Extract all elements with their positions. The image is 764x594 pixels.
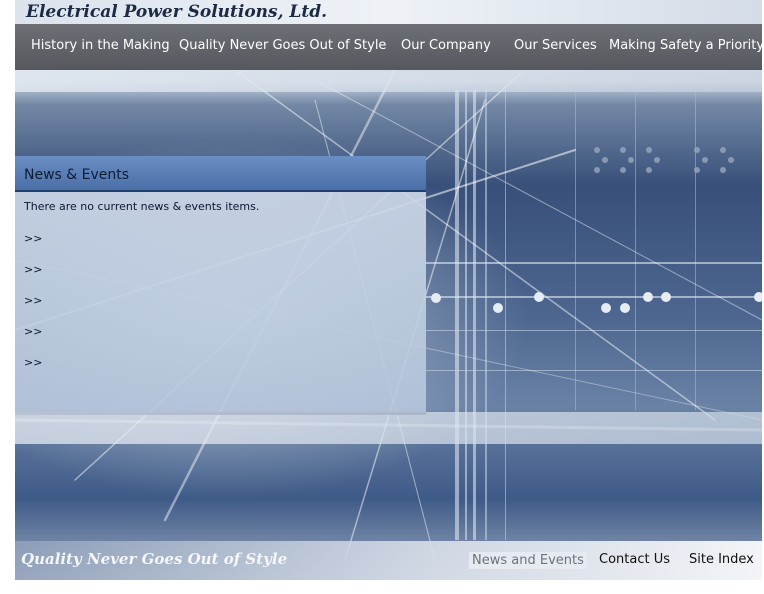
nav-history-in-the-making[interactable]: History in the Making bbox=[31, 38, 170, 53]
decorative-band bbox=[15, 412, 762, 444]
nav-our-services[interactable]: Our Services bbox=[514, 38, 597, 53]
site-logo[interactable]: Electrical Power Solutions, Ltd. bbox=[26, 2, 327, 22]
news-more-link[interactable]: >> bbox=[24, 325, 42, 338]
news-more-link[interactable]: >> bbox=[24, 356, 42, 369]
footer-link-news-and-events[interactable]: News and Events bbox=[469, 552, 587, 569]
news-empty-message: There are no current news & events items… bbox=[24, 200, 260, 213]
news-events-title: News & Events bbox=[24, 167, 130, 183]
footer-link-site-index[interactable]: Site Index bbox=[689, 552, 754, 567]
news-events-header: News & Events bbox=[15, 156, 426, 192]
news-more-link[interactable]: >> bbox=[24, 294, 42, 307]
nav-our-company[interactable]: Our Company bbox=[401, 38, 491, 53]
news-more-link[interactable]: >> bbox=[24, 263, 42, 276]
footer-slogan: Quality Never Goes Out of Style bbox=[21, 550, 288, 568]
top-navigation: History in the Making Quality Never Goes… bbox=[15, 24, 764, 70]
page: Electrical Power Solutions, Ltd. History… bbox=[0, 0, 764, 594]
decorative-band bbox=[15, 70, 762, 92]
news-events-panel: News & Events There are no current news … bbox=[15, 156, 426, 415]
footer-link-contact-us[interactable]: Contact Us bbox=[599, 552, 670, 567]
news-more-link[interactable]: >> bbox=[24, 232, 42, 245]
footer-bar: Quality Never Goes Out of Style News and… bbox=[15, 541, 762, 580]
nav-making-safety-a-priority[interactable]: Making Safety a Priority bbox=[609, 38, 764, 53]
nav-quality-never-goes-out-of-style[interactable]: Quality Never Goes Out of Style bbox=[179, 38, 386, 53]
